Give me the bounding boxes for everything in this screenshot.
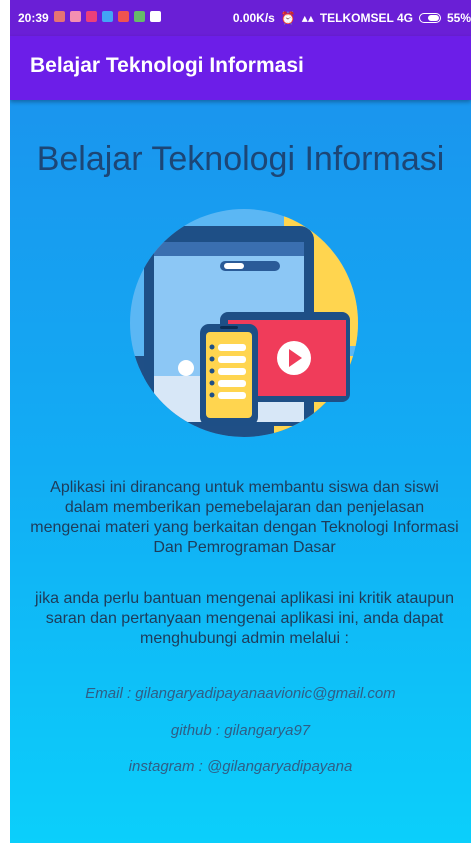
network-speed: 0.00K/s (232, 11, 275, 25)
notification-icon (149, 11, 161, 22)
battery-icon (418, 13, 441, 23)
notification-icon (85, 11, 97, 22)
status-time: 20:39 (18, 11, 49, 25)
notification-icon (117, 11, 129, 22)
devices-illustration-icon (130, 209, 358, 437)
main-content[interactable]: Belajar Teknologi Informasi Aplikasi ini… (10, 100, 471, 843)
notification-icon (133, 11, 145, 22)
app-bar-title: Belajar Teknologi Informasi (30, 54, 304, 77)
app-bar: Belajar Teknologi Informasi (10, 36, 471, 100)
contact-github[interactable]: github : gilangarya97 (10, 722, 471, 739)
notification-icon (69, 11, 81, 22)
signal-icon: ▴▴ (301, 11, 314, 25)
notification-icon (101, 11, 113, 22)
app-screen: 20:39 0.00K/s ⏰ ▴▴ TELKOMSEL 4G 55% Bela… (10, 0, 471, 843)
battery-level: 55% (446, 11, 471, 25)
contact-instagram[interactable]: instagram : @gilangaryadipayana (10, 758, 471, 775)
notification-icon (53, 11, 65, 22)
help-text: jika anda perlu bantuan mengenai aplikas… (35, 590, 454, 647)
alarm-icon: ⏰ (280, 11, 296, 25)
status-bar: 20:39 0.00K/s ⏰ ▴▴ TELKOMSEL 4G 55% (10, 0, 471, 36)
app-description: Aplikasi ini dirancang untuk membantu si… (30, 479, 459, 556)
status-right: 0.00K/s ⏰ ▴▴ TELKOMSEL 4G 55% (233, 11, 471, 25)
carrier-label: TELKOMSEL 4G (319, 11, 413, 25)
page-heading: Belajar Teknologi Informasi (36, 140, 445, 178)
notification-icons (53, 11, 166, 25)
contact-email[interactable]: Email : gilangaryadipayanaavionic@gmail.… (10, 685, 471, 702)
